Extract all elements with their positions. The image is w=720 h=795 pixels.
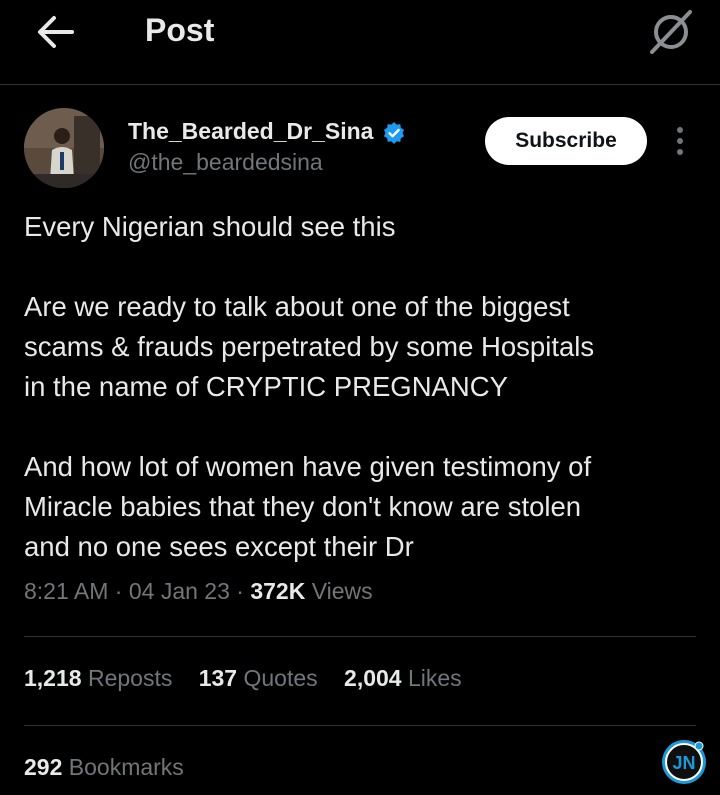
meta-separator: · bbox=[114, 578, 123, 604]
likes-stat[interactable]: 2,004 Likes bbox=[344, 665, 462, 692]
arrow-left-icon bbox=[38, 16, 74, 48]
reposts-label: Reposts bbox=[87, 665, 173, 691]
reposts-count: 1,218 bbox=[24, 665, 82, 691]
post-line: Every Nigerian should see this bbox=[24, 211, 396, 242]
quotes-stat[interactable]: 137 Quotes bbox=[199, 665, 318, 692]
post-line: in the name of CRYPTIC PREGNANCY bbox=[24, 371, 508, 402]
avatar[interactable] bbox=[24, 108, 104, 188]
watermark-text: JN bbox=[672, 753, 695, 773]
grok-icon bbox=[650, 10, 692, 54]
post-time[interactable]: 8:21 AM bbox=[24, 578, 108, 604]
engagement-stats: 1,218 Reposts 137 Quotes 2,004 Likes bbox=[24, 665, 462, 692]
quotes-count: 137 bbox=[198, 665, 238, 691]
author-display-name[interactable]: The_Bearded_Dr_Sina bbox=[128, 118, 373, 145]
post-date[interactable]: 04 Jan 23 bbox=[129, 578, 230, 604]
likes-label: Likes bbox=[407, 665, 462, 691]
back-button[interactable] bbox=[34, 12, 78, 52]
verified-badge-icon bbox=[384, 122, 404, 144]
author-handle[interactable]: @the_beardedsina bbox=[128, 149, 323, 176]
subscribe-button[interactable]: Subscribe bbox=[485, 117, 647, 165]
quotes-label: Quotes bbox=[243, 665, 318, 691]
bookmarks-label: Bookmarks bbox=[68, 754, 184, 780]
more-options-button[interactable] bbox=[667, 125, 693, 157]
post-metadata: 8:21 AM · 04 Jan 23 · 372K Views bbox=[24, 578, 373, 605]
header-divider bbox=[0, 84, 720, 85]
post-line: scams & frauds perpetrated by some Hospi… bbox=[24, 331, 595, 362]
likes-count: 2,004 bbox=[344, 665, 402, 691]
bookmarks-stat[interactable]: 292 Bookmarks bbox=[24, 754, 184, 781]
post-line: And how lot of women have given testimon… bbox=[24, 451, 592, 482]
stats-divider bbox=[24, 725, 696, 726]
grok-button[interactable] bbox=[646, 8, 696, 56]
views-count[interactable]: 372K bbox=[250, 578, 305, 604]
post-text: Every Nigerian should see this Are we re… bbox=[24, 207, 704, 567]
reposts-stat[interactable]: 1,218 Reposts bbox=[24, 665, 172, 692]
avatar-image bbox=[24, 108, 104, 188]
post-line: Are we ready to talk about one of the bi… bbox=[24, 291, 570, 322]
meta-separator: · bbox=[236, 578, 244, 604]
more-vertical-icon bbox=[677, 127, 683, 155]
page-title: Post bbox=[145, 12, 215, 48]
watermark-logo: JN bbox=[662, 740, 706, 784]
bookmarks-count: 292 bbox=[24, 754, 63, 780]
post-line: Miracle babies that they don't know are … bbox=[24, 491, 582, 522]
top-bar: Post bbox=[0, 0, 720, 84]
views-label[interactable]: Views bbox=[312, 578, 373, 604]
meta-divider bbox=[24, 636, 696, 637]
post-line: and no one sees except their Dr bbox=[24, 531, 414, 562]
